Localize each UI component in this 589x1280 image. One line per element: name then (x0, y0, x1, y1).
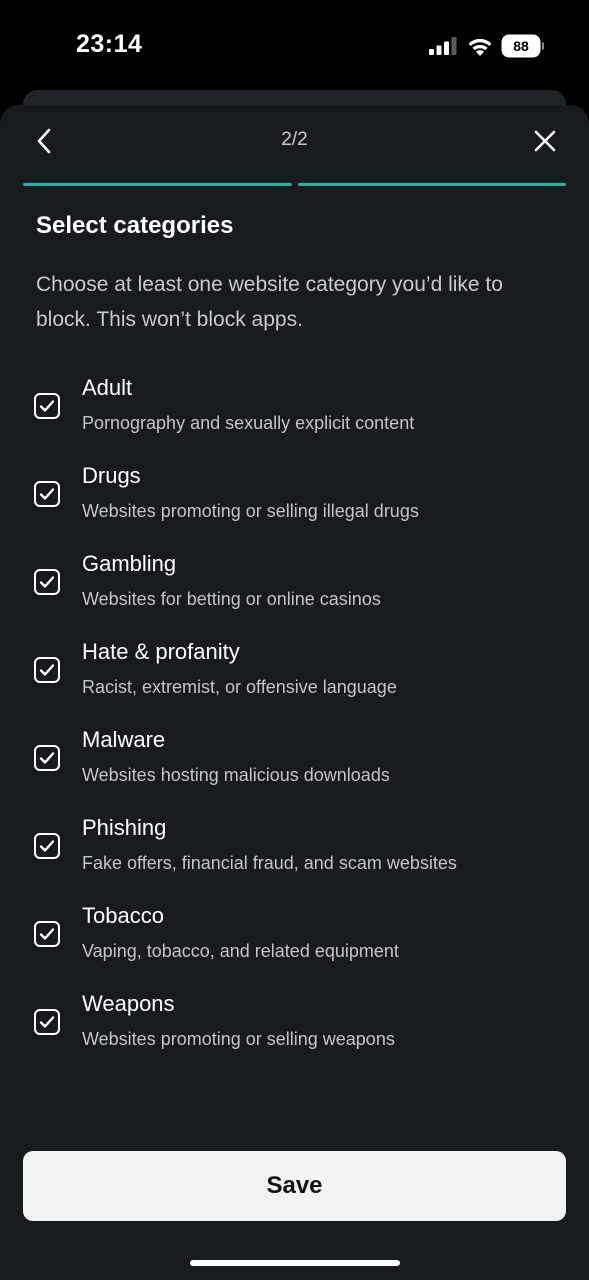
checkbox-checked-icon[interactable] (34, 569, 60, 595)
checkbox-checked-icon[interactable] (34, 921, 60, 947)
battery-level: 88 (513, 38, 529, 54)
home-indicator (190, 1260, 400, 1266)
checkbox-checked-icon[interactable] (34, 1009, 60, 1035)
status-time: 23:14 (76, 30, 143, 58)
category-item-tobacco[interactable]: Tobacco Vaping, tobacco, and related equ… (0, 897, 589, 985)
checkmark-icon (39, 840, 55, 852)
category-name: Malware (82, 727, 166, 752)
checkbox-checked-icon[interactable] (34, 393, 60, 419)
category-item-hate-profanity[interactable]: Hate & profanity Racist, extremist, or o… (0, 633, 589, 721)
checkmark-icon (39, 928, 55, 940)
category-sheet: 2/2 Select categories Choose at least on… (0, 105, 589, 1280)
category-name: Phishing (82, 815, 167, 840)
category-name: Hate & profanity (82, 639, 240, 664)
progress-step-1 (23, 183, 292, 186)
category-list: Adult Pornography and sexually explicit … (0, 369, 589, 1073)
checkmark-icon (39, 576, 55, 588)
category-item-weapons[interactable]: Weapons Websites promoting or selling we… (0, 985, 589, 1073)
close-button[interactable] (525, 121, 565, 161)
checkmark-icon (39, 664, 55, 676)
page-description: Choose at least one website category you… (36, 273, 503, 331)
status-icons: 88 (429, 36, 544, 56)
signal-icon (429, 37, 457, 55)
category-name: Tobacco (82, 903, 164, 928)
category-item-adult[interactable]: Adult Pornography and sexually explicit … (0, 369, 589, 457)
screen: 23:14 88 2/2 Select categories Choose at… (0, 0, 589, 1280)
checkmark-icon (39, 752, 55, 764)
category-item-phishing[interactable]: Phishing Fake offers, financial fraud, a… (0, 809, 589, 897)
step-indicator: 2/2 (281, 129, 308, 150)
progress-bar (23, 183, 566, 187)
category-item-gambling[interactable]: Gambling Websites for betting or online … (0, 545, 589, 633)
category-description: Racist, extremist, or offensive language (82, 677, 397, 697)
wifi-icon (468, 38, 492, 56)
category-description: Fake offers, financial fraud, and scam w… (82, 853, 457, 873)
category-name: Adult (82, 375, 133, 400)
checkmark-icon (39, 1016, 55, 1028)
category-description: Pornography and sexually explicit conten… (82, 413, 415, 433)
category-description: Websites promoting or selling illegal dr… (82, 501, 419, 521)
category-description: Websites promoting or selling weapons (82, 1029, 395, 1049)
category-description: Websites for betting or online casinos (82, 589, 381, 609)
checkbox-checked-icon[interactable] (34, 833, 60, 859)
status-bar: 23:14 88 (0, 0, 589, 92)
close-icon (534, 130, 556, 152)
checkmark-icon (39, 488, 55, 500)
category-item-drugs[interactable]: Drugs Websites promoting or selling ille… (0, 457, 589, 545)
category-item-malware[interactable]: Malware Websites hosting malicious downl… (0, 721, 589, 809)
battery-icon: 88 (503, 36, 544, 56)
checkbox-checked-icon[interactable] (34, 657, 60, 683)
category-description: Websites hosting malicious downloads (82, 765, 390, 785)
checkmark-icon (39, 400, 55, 412)
category-description: Vaping, tobacco, and related equipment (82, 941, 399, 961)
battery-nub (542, 42, 544, 50)
sheet-header: 2/2 (0, 105, 589, 175)
page-title: Select categories (36, 212, 234, 239)
category-name: Drugs (82, 463, 141, 488)
progress-step-2 (297, 183, 566, 186)
category-name: Weapons (82, 991, 175, 1016)
checkbox-checked-icon[interactable] (34, 745, 60, 771)
save-button[interactable]: Save (23, 1151, 566, 1221)
checkbox-checked-icon[interactable] (34, 481, 60, 507)
category-name: Gambling (82, 551, 177, 576)
